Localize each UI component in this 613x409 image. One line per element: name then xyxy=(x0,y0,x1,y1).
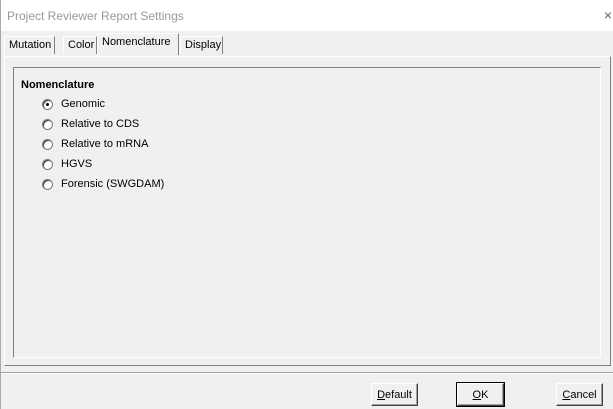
tab-color[interactable]: Color xyxy=(63,36,97,54)
default-button[interactable]: Default xyxy=(371,383,418,406)
window-title: Project Reviewer Report Settings xyxy=(7,9,184,23)
footer-separator xyxy=(1,372,613,374)
cancel-button[interactable]: Cancel xyxy=(556,383,603,406)
radio-forensic-swgdam[interactable]: Forensic (SWGDAM) xyxy=(42,177,164,191)
radio-button-icon[interactable] xyxy=(42,178,53,190)
tab-label: Mutation xyxy=(9,39,52,51)
settings-dialog: Project Reviewer Report Settings × Mutat… xyxy=(0,0,613,409)
tab-mutation[interactable]: Mutation xyxy=(4,36,55,54)
mnemonic: D xyxy=(377,388,386,401)
title-bar: Project Reviewer Report Settings × xyxy=(1,0,613,31)
radio-button-icon[interactable] xyxy=(42,158,53,170)
radio-hgvs[interactable]: HGVS xyxy=(42,157,92,171)
radio-label: HGVS xyxy=(61,158,93,170)
tab-nomenclature[interactable]: Nomenclature xyxy=(97,33,179,55)
button-label: efault xyxy=(385,388,412,401)
radio-relative-to-cds[interactable]: Relative to CDS xyxy=(42,117,139,131)
tab-label: Color xyxy=(68,39,95,51)
radio-label: Forensic (SWGDAM) xyxy=(61,178,165,190)
radio-label: Relative to CDS xyxy=(61,118,140,130)
button-label: ancel xyxy=(570,388,597,401)
mnemonic: O xyxy=(472,388,482,401)
radio-button-icon[interactable] xyxy=(42,98,53,110)
tab-strip: Mutation Color Nomenclature Display xyxy=(1,31,613,57)
radio-label: Genomic xyxy=(61,98,106,110)
ok-button[interactable]: OK xyxy=(456,382,505,407)
radio-label: Relative to mRNA xyxy=(61,138,149,150)
radio-button-icon[interactable] xyxy=(42,118,53,130)
radio-button-icon[interactable] xyxy=(42,138,53,150)
tab-display[interactable]: Display xyxy=(180,36,223,54)
tab-label: Display xyxy=(185,39,222,51)
button-label: K xyxy=(481,388,489,401)
radio-relative-to-mrna[interactable]: Relative to mRNA xyxy=(42,137,148,151)
close-icon[interactable]: × xyxy=(604,7,612,23)
radio-genomic[interactable]: Genomic xyxy=(42,97,105,111)
tab-label: Nomenclature xyxy=(102,36,171,48)
group-title: Nomenclature xyxy=(21,79,95,91)
